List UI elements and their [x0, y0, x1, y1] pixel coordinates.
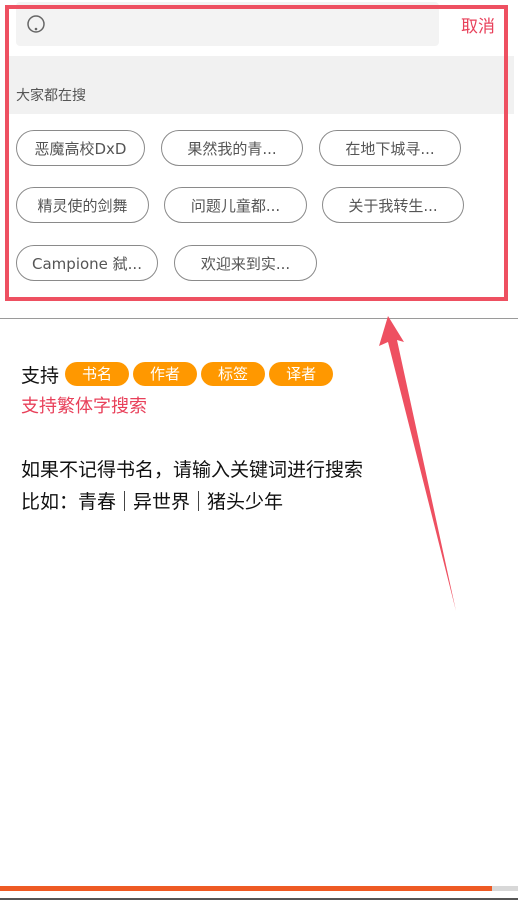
hot-search-chip[interactable]: 恶魔高校DxD [16, 130, 145, 166]
cancel-button[interactable]: 取消 [461, 12, 495, 37]
hot-search-header: 大家都在搜 [8, 56, 514, 114]
hot-search-chip[interactable]: 问题儿童都... [164, 187, 307, 223]
hot-search-chip[interactable]: 关于我转生... [322, 187, 464, 223]
keyword-hint: 如果不记得书名，请输入关键词进行搜索 [21, 459, 364, 481]
tag-translator: 译者 [269, 362, 334, 386]
tag-author: 作者 [133, 362, 198, 386]
search-support-row: 支持 书名 作者 标签 译者 [21, 360, 337, 388]
example-row: 比如： 青春 异世界 猪头少年 [21, 487, 291, 514]
loading-progress-bar [0, 886, 518, 891]
hot-search-chip[interactable]: 精灵使的剑舞 [16, 187, 149, 223]
tag-label: 标签 [201, 362, 266, 386]
example-label: 比如： [21, 491, 79, 513]
bottom-border [0, 898, 518, 900]
traditional-chinese-note: 支持繁体字搜索 [21, 396, 147, 417]
hot-search-title: 大家都在搜 [16, 88, 86, 104]
example-keyword: 青春 [78, 491, 117, 513]
hot-search-chip[interactable]: Campione 弑... [16, 245, 158, 281]
divider [0, 318, 518, 319]
support-label: 支持 [21, 364, 60, 387]
search-input[interactable] [56, 2, 431, 46]
progress-fill [0, 886, 493, 891]
example-keyword: 猪头少年 [207, 491, 284, 513]
hot-search-chip[interactable]: 果然我的青... [161, 130, 303, 166]
example-keyword: 异世界 [133, 491, 191, 513]
search-icon [27, 15, 45, 33]
hot-search-chip[interactable]: 在地下城寻... [319, 130, 461, 166]
hot-search-chip[interactable]: 欢迎来到实... [174, 245, 317, 281]
search-bar[interactable] [16, 2, 439, 46]
tag-book-name: 书名 [65, 362, 130, 386]
